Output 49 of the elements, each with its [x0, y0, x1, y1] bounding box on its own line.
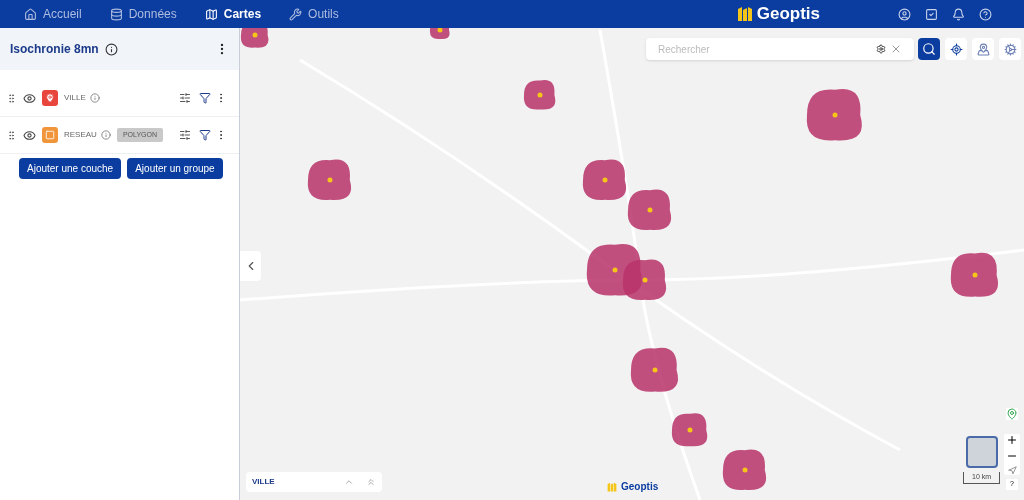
- bell-icon[interactable]: [952, 7, 965, 21]
- search-field[interactable]: Rechercher: [646, 38, 914, 60]
- sliders-icon[interactable]: [179, 92, 191, 104]
- panel-title: Isochronie 8mn: [10, 41, 99, 58]
- eye-icon[interactable]: [23, 128, 36, 142]
- nav-icon: [204, 7, 218, 21]
- nav-icon: [109, 7, 123, 21]
- legend-title: VILLE: [252, 476, 275, 488]
- map-thumbnail[interactable]: [965, 436, 998, 468]
- drag-handle-icon[interactable]: [6, 92, 17, 104]
- locate-button[interactable]: [945, 38, 967, 60]
- layer-name: VILLE: [64, 92, 86, 104]
- nav-icon: [24, 7, 37, 21]
- user-icon[interactable]: [898, 7, 911, 21]
- collapse-button[interactable]: [240, 251, 261, 281]
- map-brand: Geoptis: [621, 480, 659, 494]
- eye-icon[interactable]: [23, 91, 36, 105]
- gear-icon: [1003, 42, 1017, 56]
- gears-button[interactable]: [999, 38, 1021, 60]
- add-button[interactable]: Ajouter une couche: [19, 158, 122, 179]
- zoom-in-icon[interactable]: [1006, 434, 1018, 446]
- nav-icon: [289, 7, 303, 21]
- tasks-icon[interactable]: [925, 7, 938, 21]
- compass-icon[interactable]: [1007, 466, 1017, 475]
- search-input[interactable]: Rechercher: [658, 41, 876, 57]
- sliders-icon[interactable]: [179, 129, 191, 141]
- settings-icon[interactable]: [876, 44, 886, 54]
- add-button[interactable]: Ajouter un groupe: [127, 158, 223, 179]
- logo-icon: [736, 6, 753, 22]
- nav-tab[interactable]: Outils: [289, 5, 339, 23]
- close-icon[interactable]: [890, 43, 902, 55]
- brand-name: Geoptis: [756, 3, 820, 26]
- layer-name: RESEAU: [64, 129, 97, 141]
- filter-icon[interactable]: [199, 92, 211, 104]
- search-button[interactable]: [918, 38, 940, 60]
- nav-tab[interactable]: Données: [109, 5, 177, 23]
- map-pin-icon[interactable]: [1006, 408, 1018, 420]
- map-pin-icon: [976, 42, 990, 56]
- search-icon: [922, 42, 936, 56]
- layer-row[interactable]: VILLE: [0, 80, 239, 117]
- info-icon[interactable]: [104, 42, 118, 56]
- logo-icon: [607, 481, 617, 492]
- filter-icon[interactable]: [199, 129, 211, 141]
- pin-list-button[interactable]: [972, 38, 994, 60]
- nav-tab[interactable]: Cartes: [204, 5, 262, 23]
- drag-handle-icon[interactable]: [6, 129, 17, 141]
- help-icon[interactable]: [979, 7, 992, 21]
- nav-tab[interactable]: Accueil: [24, 5, 82, 23]
- crosshair-icon: [949, 42, 963, 56]
